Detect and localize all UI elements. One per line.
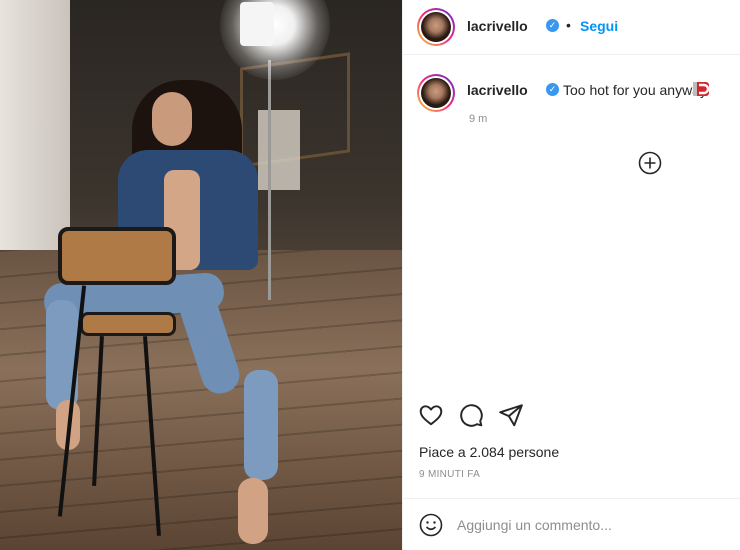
photo-window	[258, 110, 300, 190]
photo-figure-face	[152, 92, 192, 146]
follow-button[interactable]: Segui	[580, 18, 618, 34]
smiley-icon[interactable]	[419, 513, 443, 537]
caption-text: Too hot for you anyway	[563, 82, 707, 98]
paper-plane-icon[interactable]	[498, 402, 524, 428]
magnet-icon	[693, 82, 709, 96]
heart-icon[interactable]	[418, 402, 444, 428]
post-timestamp: 9 MINUTI FA	[419, 469, 481, 480]
verified-badge-icon: ✓	[546, 83, 559, 96]
photo-light-stand	[268, 60, 271, 300]
photo-figure-foot-right	[238, 478, 268, 544]
post-side-panel: lacrivello ✓ • Segui lacrivello ✓ Too ho…	[402, 0, 740, 550]
caption-username[interactable]: lacrivello	[467, 82, 528, 98]
verified-badge-icon: ✓	[546, 19, 559, 32]
plus-circle-icon[interactable]	[638, 151, 662, 175]
photo-figure-shin-right	[244, 370, 278, 480]
comment-bubble-icon[interactable]	[458, 402, 484, 428]
header-username[interactable]: lacrivello	[467, 18, 528, 34]
photo-chair-seat	[80, 312, 176, 336]
caption-avatar[interactable]	[417, 74, 455, 112]
photo-chair-back	[58, 227, 176, 285]
post-header: lacrivello ✓ • Segui	[403, 0, 740, 55]
caption-timestamp: 9 m	[469, 113, 488, 125]
action-bar	[403, 398, 740, 432]
header-separator: •	[566, 17, 571, 33]
photo-lamp	[240, 2, 274, 46]
header-avatar[interactable]	[417, 8, 455, 46]
likes-count[interactable]: Piace a 2.084 persone	[419, 444, 559, 460]
comment-input[interactable]	[457, 511, 677, 539]
comment-bar	[403, 498, 740, 550]
post-photo[interactable]	[0, 0, 402, 550]
